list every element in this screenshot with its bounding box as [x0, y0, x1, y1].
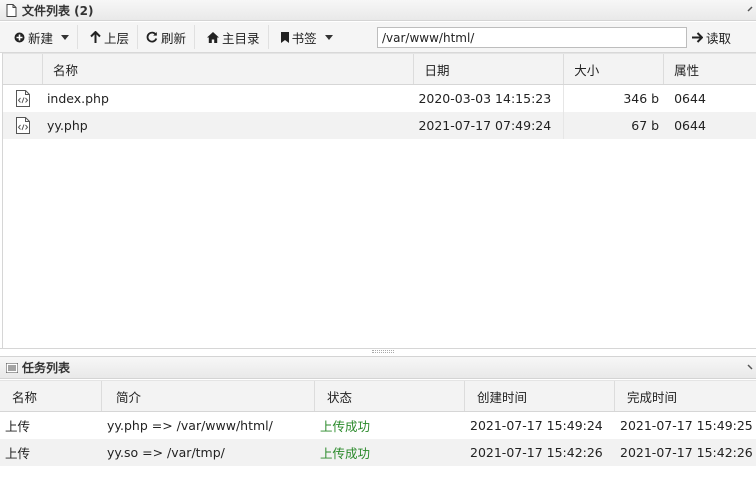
- file-name: yy.php: [46, 118, 88, 133]
- home-label: 主目录: [222, 30, 260, 46]
- php-file-icon: [3, 85, 43, 112]
- collapse-icon[interactable]: [746, 3, 756, 17]
- path-input[interactable]: [377, 27, 687, 48]
- header-task-desc[interactable]: 简介: [102, 381, 315, 411]
- splitter-grip[interactable]: [372, 350, 394, 353]
- file-perm: 0644: [674, 118, 706, 133]
- header-task-finished[interactable]: 完成时间: [615, 381, 756, 411]
- header-size[interactable]: 大小: [564, 54, 665, 84]
- task-desc: yy.so => /var/tmp/: [107, 445, 225, 460]
- task-created: 2021-07-17 15:49:24: [470, 418, 603, 433]
- header-icon-column: [3, 54, 43, 84]
- file-name: index.php: [46, 91, 109, 106]
- file-size: 346 b: [623, 91, 660, 106]
- header-date[interactable]: 日期: [414, 54, 565, 84]
- plus-circle-icon: [14, 32, 25, 43]
- file-grid: 名称 日期 大小 属性 index.php 2020-03-03 14:15:2…: [2, 53, 756, 348]
- task-panel-header: 任务列表: [0, 356, 756, 379]
- file-date: 2020-03-03 14:15:23: [414, 85, 565, 112]
- panel-splitter[interactable]: [0, 348, 756, 356]
- php-file-icon: [3, 112, 43, 139]
- task-row[interactable]: 上传 yy.php => /var/www/html/ 上传成功 2021-07…: [0, 412, 756, 439]
- task-status: 上传成功: [320, 446, 371, 461]
- task-name: 上传: [5, 446, 31, 461]
- refresh-icon: [146, 31, 158, 43]
- file-grid-header: 名称 日期 大小 属性: [3, 53, 756, 85]
- document-icon: [6, 3, 20, 17]
- refresh-label: 刷新: [161, 30, 187, 46]
- task-finished: 2021-07-17 15:42:26: [620, 445, 753, 460]
- task-name: 上传: [5, 419, 31, 434]
- read-button[interactable]: 读取: [692, 27, 731, 48]
- header-task-status[interactable]: 状态: [315, 381, 465, 411]
- caret-down-icon: [61, 34, 70, 40]
- header-task-name[interactable]: 名称: [0, 381, 102, 411]
- file-size: 67 b: [631, 118, 660, 133]
- file-panel-header: 文件列表 (2): [0, 0, 756, 21]
- up-button[interactable]: 上层: [78, 25, 139, 49]
- caret-down-icon: [324, 34, 333, 40]
- task-desc: yy.php => /var/www/html/: [107, 418, 273, 433]
- task-row[interactable]: 上传 yy.so => /var/tmp/ 上传成功 2021-07-17 15…: [0, 439, 756, 466]
- file-date: 2021-07-17 07:49:24: [414, 112, 565, 139]
- home-icon: [207, 31, 220, 43]
- arrow-right-icon: [692, 32, 703, 43]
- task-status: 上传成功: [320, 419, 371, 434]
- header-task-created[interactable]: 创建时间: [465, 381, 615, 411]
- file-row[interactable]: yy.php 2021-07-17 07:49:24 67 b 0644: [3, 112, 756, 139]
- home-button[interactable]: 主目录: [195, 25, 269, 49]
- bookmark-icon: [280, 31, 289, 43]
- file-panel-title: 文件列表 (2): [22, 3, 94, 18]
- arrow-up-icon: [90, 31, 101, 43]
- task-panel-title: 任务列表: [22, 361, 71, 375]
- header-perm[interactable]: 属性: [664, 54, 756, 84]
- bookmark-label: 书签: [291, 30, 317, 46]
- header-name[interactable]: 名称: [43, 54, 415, 84]
- task-finished: 2021-07-17 15:49:25: [620, 418, 753, 433]
- file-perm: 0644: [674, 91, 706, 106]
- list-icon: [6, 362, 20, 373]
- task-grid-header: 名称 简介 状态 创建时间 完成时间: [0, 380, 756, 412]
- new-button[interactable]: 新建: [0, 25, 79, 49]
- task-created: 2021-07-17 15:42:26: [470, 445, 603, 460]
- file-row[interactable]: index.php 2020-03-03 14:15:23 346 b 0644: [3, 85, 756, 112]
- task-grid: 名称 简介 状态 创建时间 完成时间 上传 yy.php => /var/www…: [0, 380, 756, 479]
- up-label: 上层: [104, 30, 130, 46]
- refresh-button[interactable]: 刷新: [138, 25, 196, 49]
- chevron-down-icon[interactable]: [746, 362, 756, 376]
- new-label: 新建: [28, 30, 54, 46]
- read-label: 读取: [706, 31, 732, 46]
- bookmark-button[interactable]: 书签: [269, 25, 341, 49]
